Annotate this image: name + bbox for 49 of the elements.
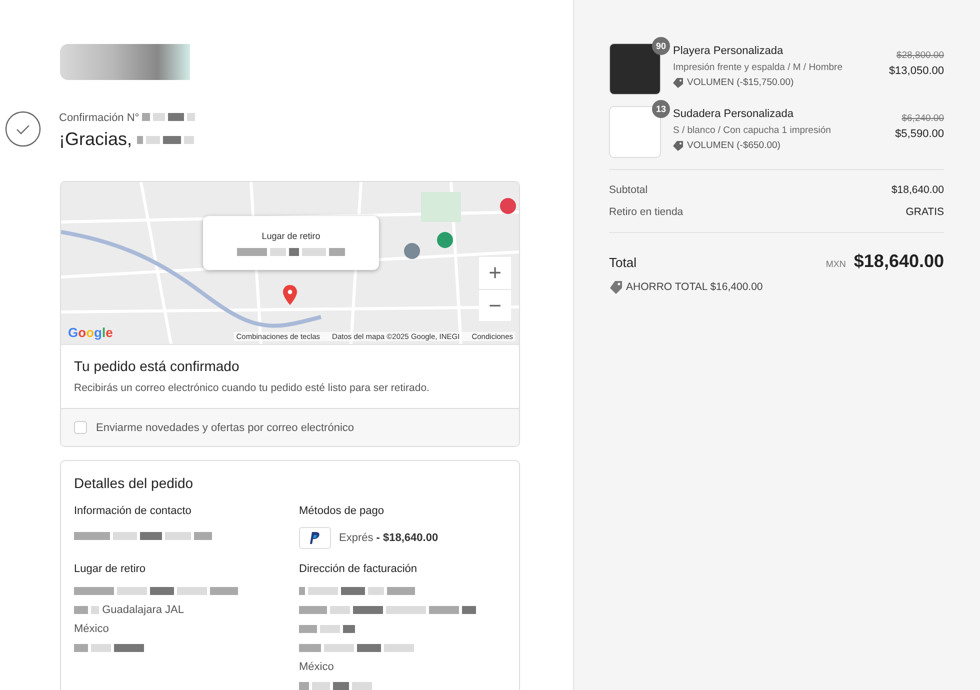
summary-label: Retiro en tienda — [609, 206, 684, 218]
redacted-text — [142, 112, 196, 121]
savings-text: AHORRO TOTAL $16,400.00 — [626, 281, 763, 293]
currency-code: MXN — [826, 259, 846, 269]
section-heading: Lugar de retiro — [74, 563, 147, 575]
tag-icon — [673, 78, 683, 88]
product-price: $13,050.00 — [888, 65, 944, 77]
summary-label: Subtotal — [609, 184, 648, 196]
confirmation-label: Confirmación N° — [59, 112, 140, 124]
status-title: Tu pedido está confirmado — [74, 358, 240, 374]
greeting-text: ¡Gracias, — [59, 129, 134, 149]
payment-text: Exprés - $18,640.00 — [339, 532, 438, 544]
summary-value: GRATIS — [906, 206, 944, 218]
newsletter-checkbox[interactable] — [74, 421, 87, 434]
quantity-badge: 13 — [652, 100, 670, 118]
address-text: Guadalajara JAL — [102, 604, 184, 616]
total-label: Total — [609, 255, 636, 270]
address-text: México — [74, 623, 109, 635]
section-heading: Métodos de pago — [299, 505, 386, 517]
popup-title: Lugar de retiro — [262, 230, 320, 240]
tag-icon — [609, 280, 623, 294]
redacted-text — [137, 136, 194, 144]
product-name: Sudadera Personalizada — [673, 108, 794, 120]
section-heading: Dirección de facturación — [299, 563, 418, 575]
section-title: Detalles del pedido — [74, 475, 194, 491]
product-price: $5,590.00 — [895, 128, 944, 140]
summary-value: $18,640.00 — [891, 184, 944, 196]
redacted-text — [299, 625, 355, 634]
paypal-icon — [299, 527, 331, 549]
product-variant: S / blanco / Con capucha 1 impresión — [673, 125, 832, 136]
discount-text: VOLUMEN (-$15,750.00) — [687, 77, 794, 88]
redacted-text — [74, 644, 144, 652]
check-circle-icon — [5, 111, 41, 147]
address-text: México — [299, 661, 334, 673]
total-amount: $18,640.00 — [854, 251, 944, 272]
original-price: $28,800.00 — [895, 50, 944, 61]
tag-icon — [673, 140, 683, 150]
section-heading: Información de contacto — [74, 505, 192, 517]
original-price: $6,240.00 — [900, 113, 944, 124]
zoom-out-button[interactable]: − — [479, 289, 511, 321]
quantity-badge: 90 — [652, 37, 670, 55]
map-pin-icon — [283, 285, 297, 305]
product-variant: Impresión frente y espalda / M / Hombre — [673, 62, 844, 73]
discount-text: VOLUMEN (-$650.00) — [687, 140, 780, 151]
google-logo: Google — [68, 325, 113, 340]
redacted-text — [74, 606, 99, 614]
status-message: Recibirás un correo electrónico cuando tu pedido esté listo para ser retirado. — [74, 382, 430, 394]
product-name: Playera Personalizada — [673, 45, 784, 57]
checkbox-label: Enviarme novedades y ofertas por correo electrónico — [96, 422, 354, 434]
